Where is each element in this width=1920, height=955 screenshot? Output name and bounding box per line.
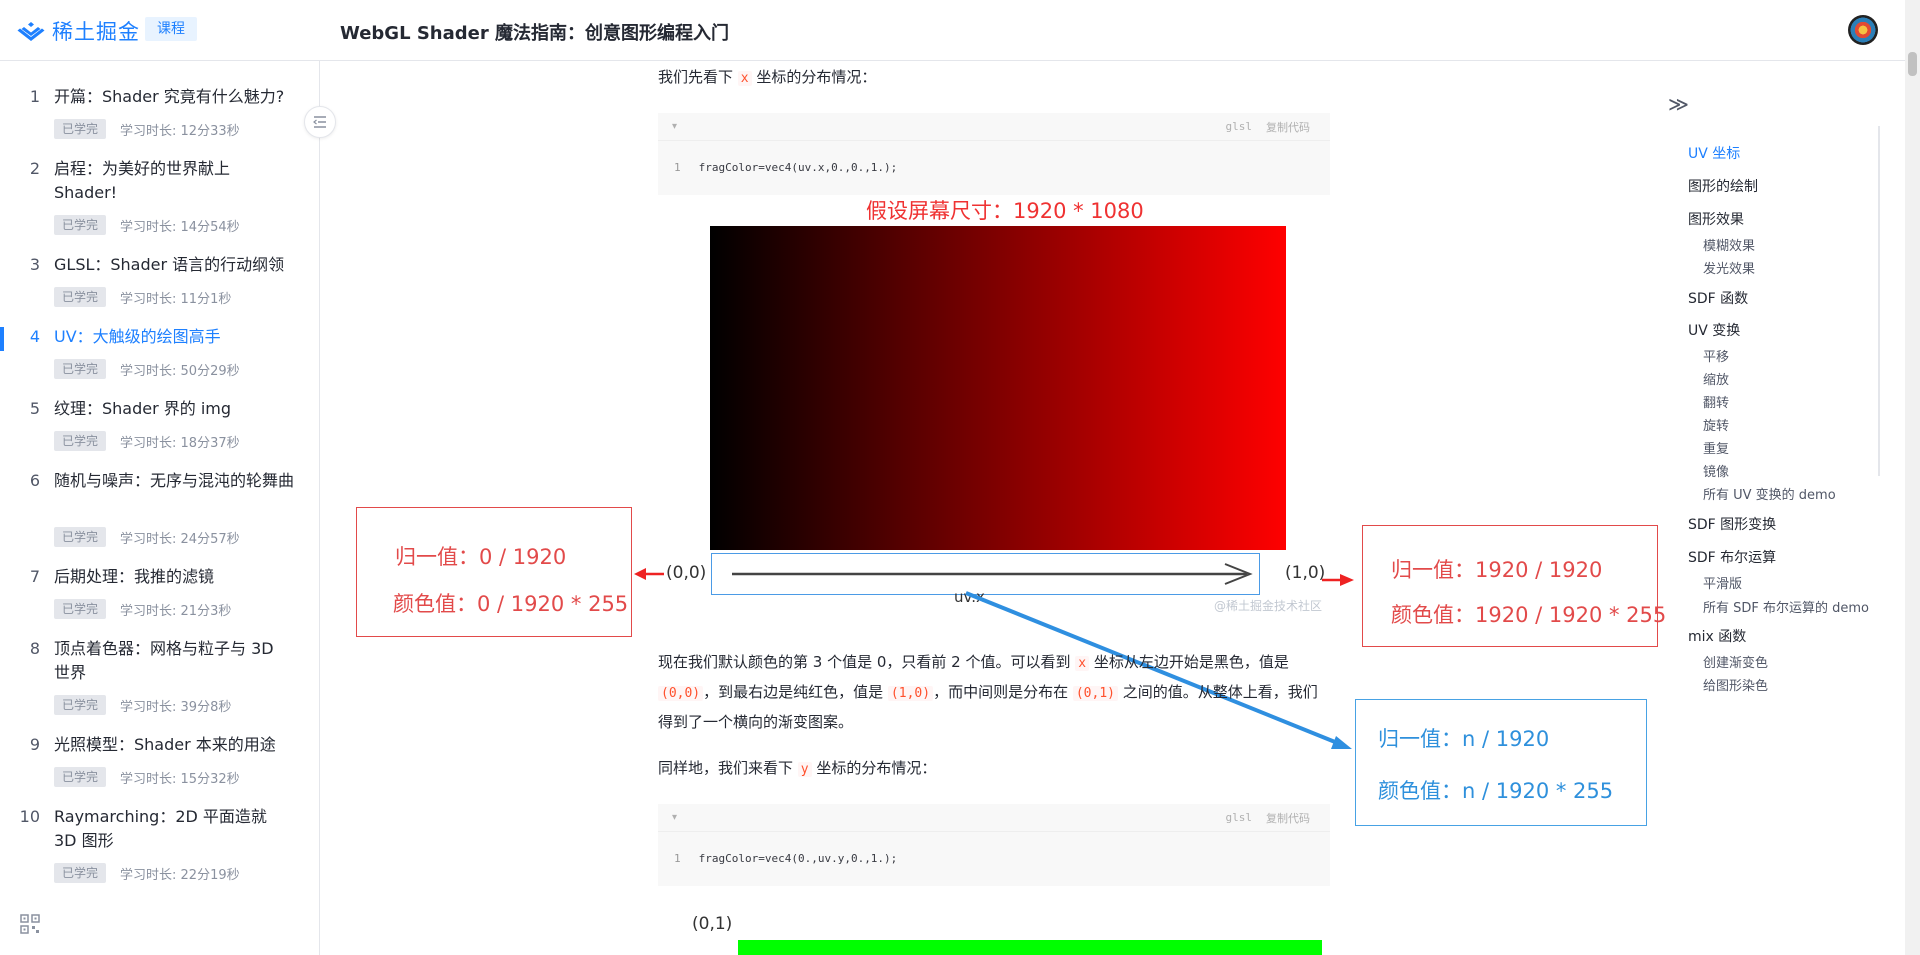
text-span: ，到最右边是纯红色，值是 [703,683,888,701]
toc-item[interactable]: 所有 UV 变换的 demo [1703,484,1836,503]
toc-toggle-button[interactable]: ≫ [1668,92,1689,116]
note-normalized: 归一值：1920 / 1920 [1391,558,1603,582]
code-line: 1 fragColor=vec4(0.,uv.y,0.,1.); [674,852,897,865]
toc-item[interactable]: 旋转 [1703,415,1729,434]
note-color: 颜色值：n / 1920 * 255 [1378,779,1614,803]
inline-code: y [797,762,812,777]
line-number: 1 [674,852,681,865]
note-left: 归一值：0 / 1920 颜色值：0 / 1920 * 255 [356,507,632,637]
note-normalized: 归一值：0 / 1920 [395,545,567,569]
copy-code-button[interactable]: 复制代码 [1266,810,1310,826]
text-span: ，而中间则是分布在 [933,683,1073,701]
toc-item[interactable]: UV 变换 [1688,320,1740,340]
code-text: fragColor=vec4(0.,uv.y,0.,1.); [698,852,898,865]
note-right: 归一值：1920 / 1920 颜色值：1920 / 1920 * 255 [1362,525,1666,647]
collapse-code-icon[interactable]: ▾ [672,812,677,823]
toc-item[interactable]: 平滑版 [1703,573,1742,592]
code-block: ▾ glsl 复制代码 1 fragColor=vec4(0.,uv.y,0.,1… [658,804,1330,886]
note-normalized: 归一值：n / 1920 [1378,727,1550,751]
toc-item[interactable]: 图形的绘制 [1688,176,1758,196]
toc-item[interactable]: SDF 图形变换 [1688,514,1776,534]
text-span: 现在我们默认颜色的第 3 个值是 0，只看前 2 个值。可以看到 [658,653,1076,671]
toc-item[interactable]: 重复 [1703,438,1729,457]
toc-item[interactable]: 发光效果 [1703,258,1755,277]
toc-item[interactable]: 图形效果 [1688,209,1744,229]
paragraph: 现在我们默认颜色的第 3 个值是 0，只看前 2 个值。可以看到 x 坐标从左边… [658,648,1326,736]
inline-code: (1,0) [887,686,934,701]
toc-track [1878,126,1880,476]
toc-item[interactable]: UV 坐标 [1688,143,1740,163]
toc-item[interactable]: SDF 布尔运算 [1688,547,1776,567]
uv-y-gradient-image [738,940,1322,955]
code-toolbar: ▾ glsl 复制代码 [658,804,1330,832]
inline-code: (0,1) [1072,686,1118,701]
toc-item[interactable]: 镜像 [1703,461,1729,480]
note-color: 颜色值：0 / 1920 * 255 [393,592,629,616]
code-language: glsl [1225,811,1253,824]
toc-item[interactable]: 给图形染色 [1703,675,1768,694]
text-span: 同样地，我们来看下 [658,759,798,777]
toc-item[interactable]: SDF 函数 [1688,288,1748,308]
scrollbar[interactable] [1905,0,1920,955]
toc-item[interactable]: 模糊效果 [1703,235,1755,254]
text-span: 坐标从左边开始是黑色，值是 [1089,653,1289,671]
toc-item[interactable]: 缩放 [1703,369,1729,388]
toc-item[interactable]: 平移 [1703,346,1729,365]
toc-item[interactable]: 创建渐变色 [1703,652,1768,671]
note-blue: 归一值：n / 1920 颜色值：n / 1920 * 255 [1355,699,1647,826]
inline-code: x [1075,656,1090,671]
note-color: 颜色值：1920 / 1920 * 255 [1391,603,1667,627]
toc-item[interactable]: mix 函数 [1688,626,1746,646]
text-span: 坐标的分布情况： [811,759,937,777]
paragraph: 同样地，我们来看下 y 坐标的分布情况： [658,754,1330,784]
inline-code: (0,0) [658,686,704,701]
toc-item[interactable]: 所有 SDF 布尔运算的 demo [1703,597,1869,616]
scrollbar-thumb[interactable] [1908,52,1917,76]
coord-top-left-label: (0,1) [692,914,733,934]
toc-item[interactable]: 翻转 [1703,392,1729,411]
